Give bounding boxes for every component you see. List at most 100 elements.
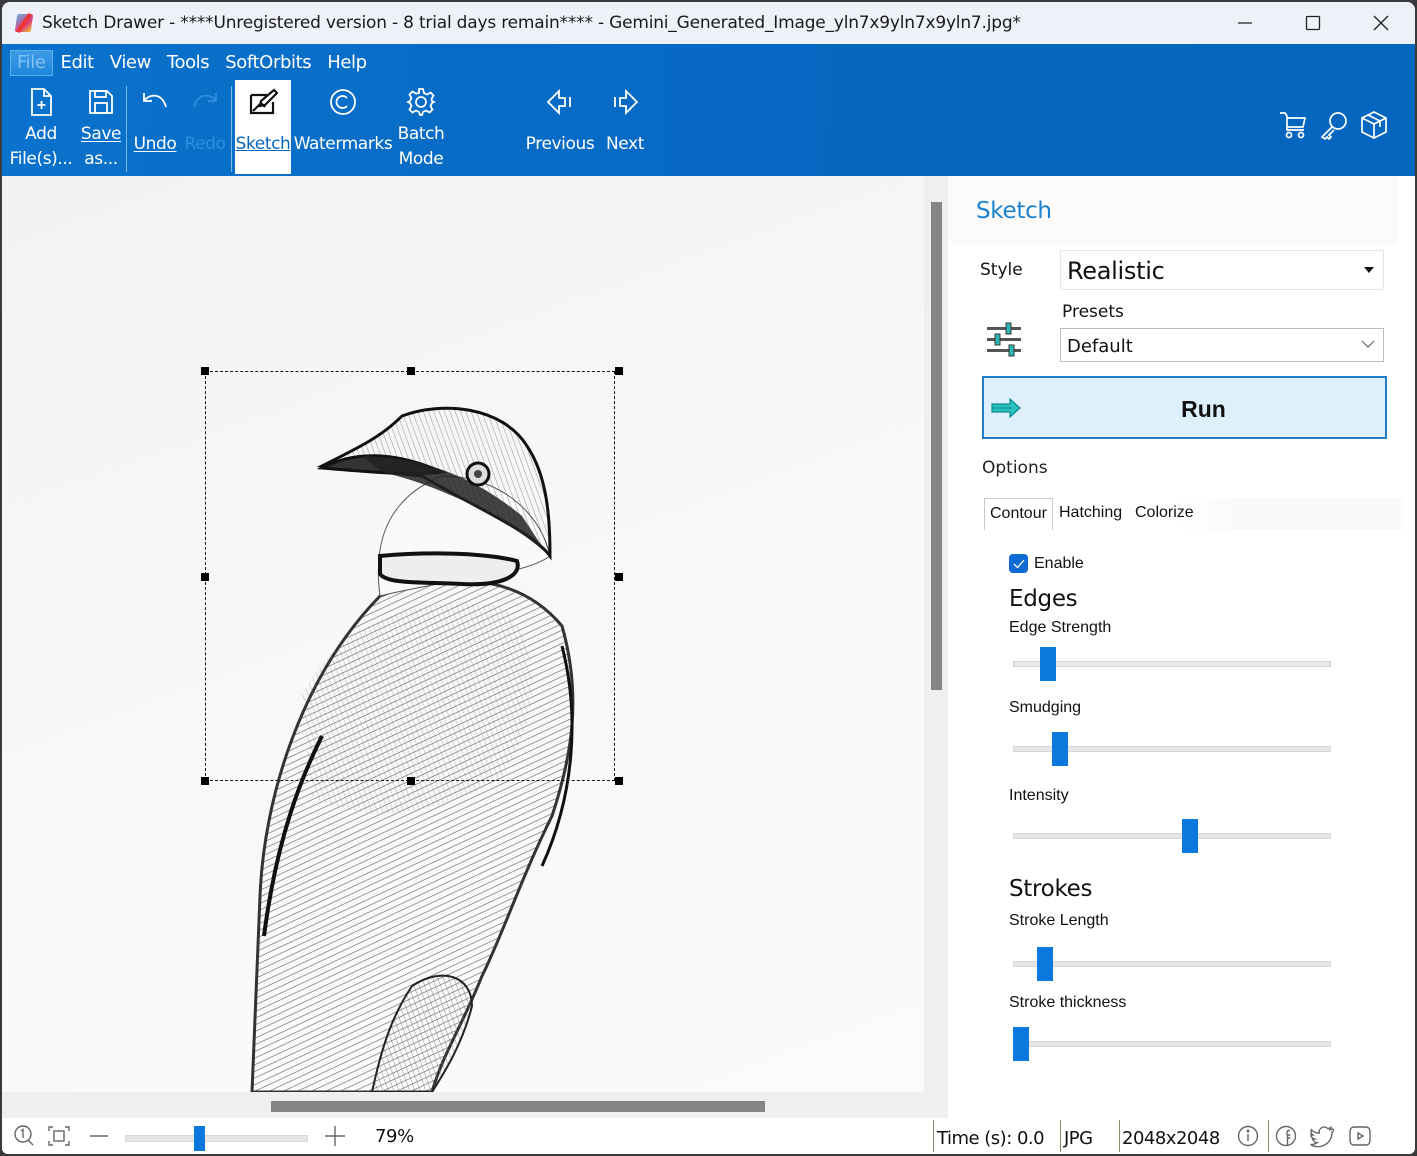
resize-handle[interactable] xyxy=(615,777,623,785)
run-button[interactable]: Run xyxy=(982,376,1387,439)
menu-bar: File Edit View Tools SoftOrbits Help xyxy=(10,50,375,76)
save-as-label-1: Save xyxy=(80,124,122,144)
resize-handle[interactable] xyxy=(407,367,415,375)
menu-edit[interactable]: Edit xyxy=(53,50,102,76)
close-icon xyxy=(1373,15,1389,31)
actual-size-button[interactable] xyxy=(12,1118,36,1154)
redo-icon xyxy=(193,93,217,108)
close-button[interactable] xyxy=(1347,2,1415,44)
zoom-out-button[interactable] xyxy=(88,1118,110,1154)
horizontal-scrollbar[interactable] xyxy=(2,1092,948,1118)
save-icon xyxy=(89,90,113,114)
dimensions-readout: 2048x2048 xyxy=(1122,1128,1220,1149)
youtube-button[interactable] xyxy=(1348,1118,1372,1154)
zoom-in-button[interactable] xyxy=(323,1118,347,1154)
ribbon: File Edit View Tools SoftOrbits Help Add… xyxy=(2,44,1415,176)
slider-track xyxy=(1013,961,1331,967)
presets-dropdown[interactable]: Default xyxy=(1060,328,1384,362)
stroke-length-label: Stroke Length xyxy=(1009,912,1109,929)
info-icon xyxy=(1237,1125,1259,1147)
twitter-button[interactable] xyxy=(1310,1118,1334,1154)
maximize-button[interactable] xyxy=(1279,2,1347,44)
toolbar-separator xyxy=(126,86,127,172)
style-dropdown[interactable]: Realistic xyxy=(1060,250,1384,290)
caret-down-icon xyxy=(1364,267,1374,273)
horizontal-scrollbar-thumb[interactable] xyxy=(271,1101,765,1112)
facebook-button[interactable] xyxy=(1274,1118,1298,1154)
stroke-thickness-slider[interactable] xyxy=(1013,1027,1331,1061)
format-readout: JPG xyxy=(1064,1128,1093,1149)
sketch-button[interactable]: Sketch xyxy=(235,80,291,174)
next-button[interactable]: Next xyxy=(602,80,648,174)
sketch-icon xyxy=(249,88,278,115)
enable-checkbox[interactable] xyxy=(1009,554,1028,573)
save-as-label-2: as... xyxy=(84,149,118,169)
slider-track xyxy=(1013,1041,1331,1047)
intensity-slider[interactable] xyxy=(1013,819,1331,853)
resize-handle[interactable] xyxy=(201,573,209,581)
add-files-label-1: Add xyxy=(25,124,57,144)
fit-to-window-button[interactable] xyxy=(47,1118,71,1154)
menu-view[interactable]: View xyxy=(102,50,159,76)
app-logo-icon xyxy=(14,12,36,34)
key-icon[interactable] xyxy=(1319,110,1349,140)
resize-handle[interactable] xyxy=(201,777,209,785)
info-button[interactable] xyxy=(1236,1118,1260,1154)
slider-thumb[interactable] xyxy=(1052,732,1068,766)
resize-handle[interactable] xyxy=(615,573,623,581)
edge-strength-slider[interactable] xyxy=(1013,647,1331,681)
slider-track xyxy=(1013,833,1331,839)
arrow-left-icon xyxy=(546,88,571,116)
image-canvas[interactable] xyxy=(2,176,924,1092)
menu-file[interactable]: File xyxy=(10,50,53,76)
add-files-label-2: File(s)... xyxy=(9,149,73,169)
resize-handle[interactable] xyxy=(615,367,623,375)
vertical-scrollbar-thumb[interactable] xyxy=(931,202,942,690)
menu-help[interactable]: Help xyxy=(319,50,374,76)
enable-checkbox-row[interactable]: Enable xyxy=(1009,554,1084,573)
zoom-percent: 79% xyxy=(375,1126,414,1147)
selection-box[interactable] xyxy=(201,367,623,785)
menu-tools[interactable]: Tools xyxy=(159,50,217,76)
previous-button[interactable]: Previous xyxy=(524,80,596,174)
enable-label: Enable xyxy=(1034,554,1084,572)
gear-icon xyxy=(406,88,436,116)
arrow-right-icon xyxy=(614,88,639,116)
slider-thumb[interactable] xyxy=(1182,819,1198,853)
box-icon[interactable] xyxy=(1359,110,1389,140)
presets-value: Default xyxy=(1067,336,1133,357)
stroke-length-slider[interactable] xyxy=(1013,947,1331,981)
tab-contour[interactable]: Contour xyxy=(984,498,1053,530)
watermarks-button[interactable]: Watermarks xyxy=(294,80,393,174)
zoom-slider[interactable] xyxy=(125,1126,308,1151)
batch-mode-label-1: Batch xyxy=(397,124,445,144)
smudging-slider[interactable] xyxy=(1013,732,1331,766)
minimize-button[interactable] xyxy=(1211,2,1279,44)
add-files-button[interactable]: Add File(s)... xyxy=(9,80,73,174)
tab-hatching[interactable]: Hatching xyxy=(1054,498,1127,530)
slider-thumb[interactable] xyxy=(1040,647,1056,681)
resize-handle[interactable] xyxy=(201,367,209,375)
batch-mode-button[interactable]: Batch Mode xyxy=(394,80,448,174)
slider-thumb[interactable] xyxy=(1013,1027,1029,1061)
save-as-button[interactable]: Save as... xyxy=(78,80,124,174)
slider-thumb[interactable] xyxy=(1037,947,1053,981)
edge-strength-label: Edge Strength xyxy=(1009,619,1112,636)
undo-button[interactable]: Undo xyxy=(130,80,180,174)
chevron-down-icon xyxy=(1361,340,1375,348)
tab-colorize[interactable]: Colorize xyxy=(1130,498,1199,530)
cart-icon[interactable] xyxy=(1279,110,1309,140)
redo-button[interactable]: Redo xyxy=(182,80,228,174)
app-window: Sketch Drawer - ****Unregistered version… xyxy=(2,2,1415,1154)
toolbar-separator xyxy=(231,86,232,172)
menu-softorbits[interactable]: SoftOrbits xyxy=(217,50,319,76)
stroke-thickness-label: Stroke thickness xyxy=(1009,994,1127,1011)
resize-handle[interactable] xyxy=(407,777,415,785)
time-readout: Time (s): 0.0 xyxy=(937,1128,1045,1149)
fit-to-window-icon xyxy=(48,1126,70,1146)
add-file-icon xyxy=(31,88,52,116)
zoom-slider-thumb[interactable] xyxy=(194,1126,205,1151)
maximize-icon xyxy=(1305,15,1321,31)
zoom-slider-track xyxy=(125,1135,308,1142)
vertical-scrollbar[interactable] xyxy=(924,176,948,1092)
